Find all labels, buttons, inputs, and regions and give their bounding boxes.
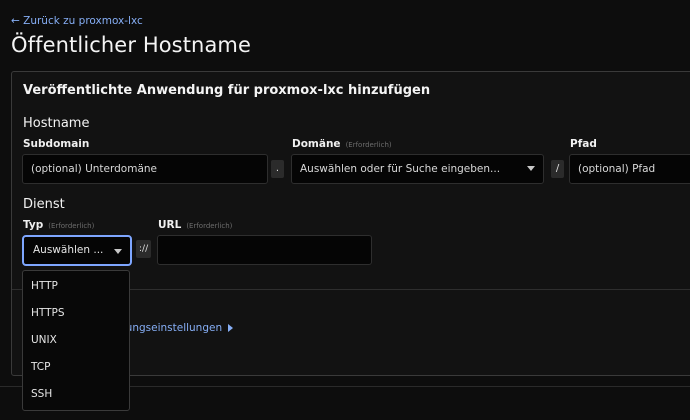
type-option-http[interactable]: HTTP: [23, 273, 129, 300]
domain-select[interactable]: Auswählen oder für Suche eingeben...: [291, 154, 544, 184]
dot-separator: .: [271, 160, 284, 178]
type-label-text: Typ: [23, 219, 44, 231]
subdomain-label: Subdomain: [23, 138, 90, 150]
type-option-ssh[interactable]: SSH: [23, 381, 129, 408]
page-title: Öffentlicher Hostname: [11, 33, 252, 57]
type-option-tcp[interactable]: TCP: [23, 354, 129, 381]
url-input[interactable]: [157, 235, 372, 265]
type-label: Typ (Erforderlich): [23, 219, 94, 231]
domain-label: Domäne (Erforderlich): [292, 138, 392, 150]
domain-select-placeholder: Auswählen oder für Suche eingeben...: [300, 163, 501, 175]
type-dropdown-menu: HTTP HTTPS UNIX TCP SSH: [22, 270, 130, 411]
service-section-title: Dienst: [23, 197, 65, 212]
type-required-hint: (Erforderlich): [48, 222, 95, 230]
type-select[interactable]: Auswählen ...: [22, 235, 132, 266]
advanced-settings-link[interactable]: dungseinstellungen: [119, 322, 234, 334]
hostname-section-title: Hostname: [23, 116, 90, 131]
subdomain-input[interactable]: (optional) Unterdomäne: [22, 154, 268, 184]
back-to-proxmox-lxc-link[interactable]: ← Zurück zu proxmox-lxc: [11, 15, 143, 27]
type-option-https[interactable]: HTTPS: [23, 300, 129, 327]
slash-separator: /: [551, 160, 564, 178]
domain-required-hint: (Erforderlich): [345, 141, 392, 149]
url-required-hint: (Erforderlich): [186, 222, 233, 230]
url-label: URL (Erforderlich): [158, 219, 232, 231]
url-label-text: URL: [158, 219, 182, 231]
domain-label-text: Domäne: [292, 138, 341, 150]
caret-right-icon: [228, 324, 234, 332]
chevron-down-icon: [114, 249, 122, 254]
type-select-value: Auswählen ...: [33, 244, 104, 256]
path-input[interactable]: (optional) Pfad: [569, 154, 690, 184]
advanced-settings-label: dungseinstellungen: [119, 322, 223, 334]
card-title: Veröffentlichte Anwendung für proxmox-lx…: [23, 83, 431, 98]
path-label: Pfad: [570, 138, 597, 150]
type-option-unix[interactable]: UNIX: [23, 327, 129, 354]
chevron-down-icon: [527, 166, 535, 171]
scheme-separator: ://: [136, 240, 152, 258]
